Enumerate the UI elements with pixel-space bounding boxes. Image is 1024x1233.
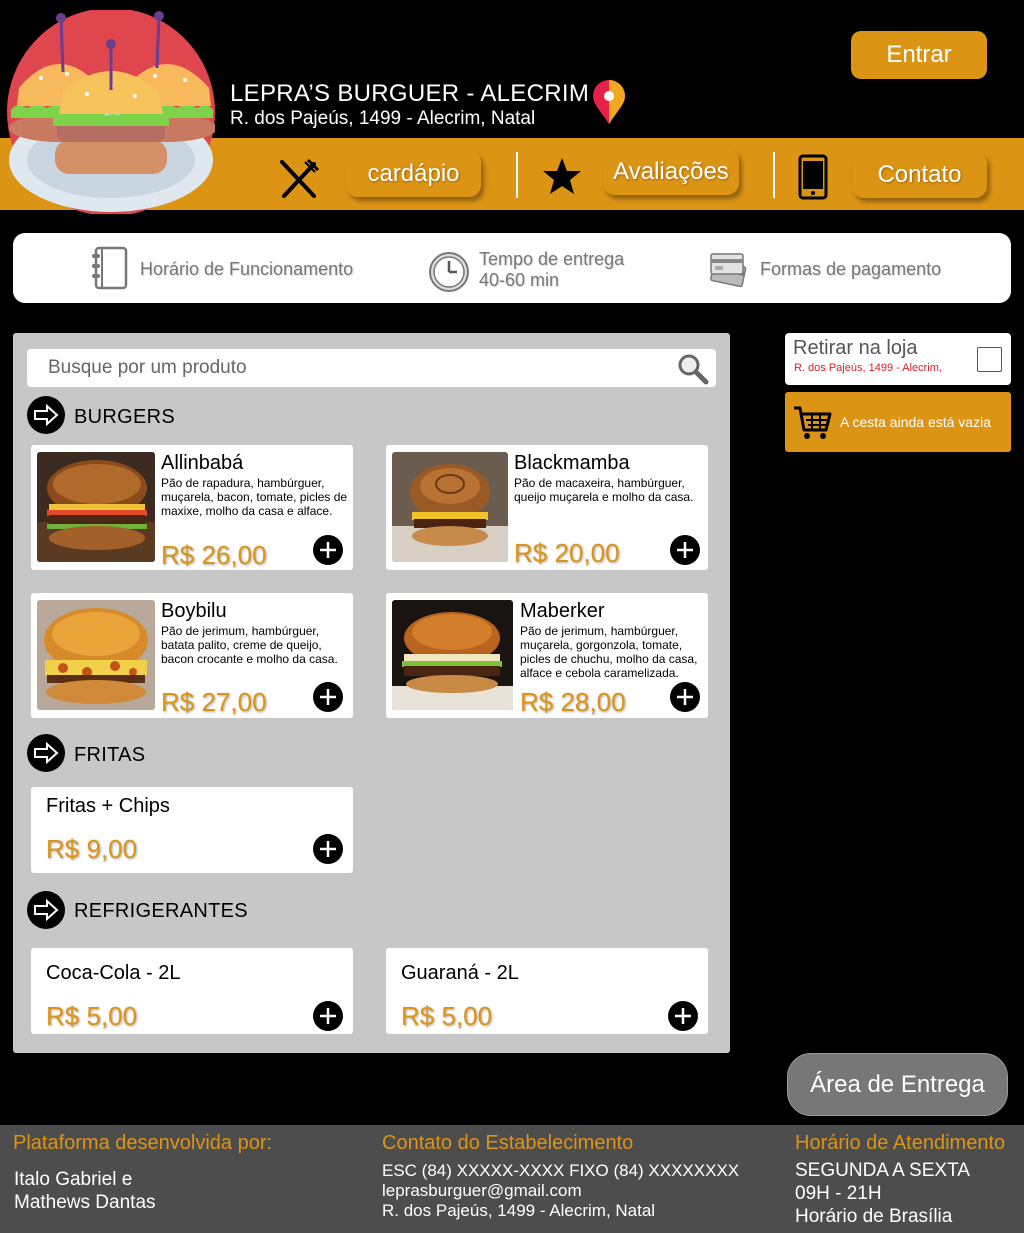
footer-contact-title: Contato do Estabelecimento — [382, 1132, 634, 1154]
product-name: Allinbabá — [161, 452, 244, 474]
footer-hours-title: Horário de Atendimento — [795, 1132, 1006, 1154]
add-item-button[interactable] — [313, 535, 343, 565]
product-price: R$ 5,00 — [46, 1001, 138, 1031]
product-price: R$ 26,00 — [161, 540, 267, 570]
product-image-maberker — [392, 600, 513, 710]
product-name: Coca-Cola - 2L — [46, 962, 181, 984]
product-price: R$ 9,00 — [46, 834, 138, 864]
delivery-time-label: Tempo de entrega — [479, 249, 625, 269]
pickup-checkbox[interactable] — [977, 347, 1002, 372]
product-name: Blackmamba — [514, 452, 630, 474]
nav-contact-button[interactable]: Contato — [852, 152, 987, 198]
plus-icon — [320, 1008, 336, 1024]
product-price: R$ 28,00 — [520, 687, 626, 717]
product-name: Maberker — [520, 600, 605, 622]
add-item-button[interactable] — [313, 682, 343, 712]
product-name: Fritas + Chips — [46, 795, 170, 817]
product-description: Pão de jerimum, hambúrguer, muçarela, go… — [520, 624, 698, 680]
plus-icon — [675, 1008, 691, 1024]
plus-icon — [677, 542, 693, 558]
product-price: R$ 5,00 — [401, 1001, 493, 1031]
pickup-label: Retirar na loja — [793, 337, 918, 359]
category-title-fritas: FRITAS — [74, 744, 146, 766]
star-icon — [543, 158, 581, 194]
product-name: Guaraná - 2L — [401, 962, 519, 984]
nav-menu-button[interactable]: cardápio — [346, 151, 481, 197]
footer-contact-address: R. dos Pajeús, 1499 - Alecrim, Natal — [382, 1201, 656, 1220]
clock-icon — [429, 252, 469, 292]
cutlery-icon — [280, 158, 320, 198]
burger-logo — [7, 10, 215, 214]
footer-contact-phones: ESC (84) XXXXX-XXXX FIXO (84) XXXXXXXX — [382, 1161, 740, 1180]
add-item-button[interactable] — [313, 834, 343, 864]
plus-icon — [320, 841, 336, 857]
pickup-address: R. dos Pajeús, 1499 - Alecrim, — [794, 362, 942, 374]
product-description: Pão de macaxeira, hambúrguer, queijo muç… — [514, 476, 694, 504]
footer-hours-zone: Horário de Brasília — [795, 1206, 953, 1227]
add-item-button[interactable] — [313, 1001, 343, 1031]
footer-hours-time: 09H - 21H — [795, 1183, 882, 1204]
footer-hours-days: SEGUNDA A SEXTA — [795, 1160, 970, 1181]
search-input[interactable] — [27, 349, 667, 387]
footer-contact-email[interactable]: leprasburguer@gmail.com — [382, 1181, 582, 1201]
search-box — [27, 349, 716, 387]
category-title-refrigerantes: REFRIGERANTES — [74, 900, 248, 922]
restaurant-name: LEPRA’S BURGUER - ALECRIM — [230, 80, 590, 107]
cart-icon — [794, 406, 832, 439]
cart-empty-message: A cesta ainda está vazia — [840, 414, 991, 430]
add-item-button[interactable] — [670, 535, 700, 565]
product-description: Pão de jerimum, hambúrguer, batata palit… — [161, 624, 338, 666]
product-name: Boybilu — [161, 600, 227, 622]
arrow-right-icon — [27, 396, 65, 434]
product-image-allinbaba — [37, 452, 155, 562]
phone-icon — [798, 154, 828, 200]
restaurant-address: R. dos Pajeús, 1499 - Alecrim, Natal — [230, 108, 536, 129]
product-image-boybilu — [37, 600, 155, 710]
footer-developer: Mathews Dantas — [14, 1192, 156, 1213]
nav-divider — [516, 152, 518, 198]
payment-cards-icon — [710, 253, 747, 288]
product-image-blackmamba — [392, 452, 508, 562]
add-item-button[interactable] — [668, 1001, 698, 1031]
arrow-right-icon — [27, 734, 65, 772]
product-price: R$ 27,00 — [161, 687, 267, 717]
footer-developed-title: Plataforma desenvolvida por: — [13, 1132, 273, 1154]
plus-icon — [677, 689, 693, 705]
delivery-area-button[interactable]: Área de Entrega — [787, 1053, 1008, 1116]
search-icon[interactable] — [677, 353, 709, 385]
payment-label[interactable]: Formas de pagamento — [760, 259, 941, 280]
nav-reviews-button[interactable]: Avaliações — [603, 149, 739, 195]
plus-icon — [320, 689, 336, 705]
add-item-button[interactable] — [670, 682, 700, 712]
footer-developer: Italo Gabriel e — [14, 1169, 133, 1190]
arrow-right-icon — [27, 891, 65, 929]
nav-divider — [773, 152, 775, 198]
location-pin-icon[interactable] — [590, 80, 628, 126]
login-button[interactable]: Entrar — [851, 31, 987, 79]
category-title-burgers: BURGERS — [74, 406, 176, 428]
notebook-icon — [92, 246, 128, 290]
delivery-time-value: 40-60 min — [479, 270, 560, 290]
product-price: R$ 20,00 — [514, 538, 620, 568]
hours-label[interactable]: Horário de Funcionamento — [140, 259, 353, 280]
product-description: Pão de rapadura, hambúrguer, muçarela, b… — [161, 476, 348, 518]
plus-icon — [320, 542, 336, 558]
